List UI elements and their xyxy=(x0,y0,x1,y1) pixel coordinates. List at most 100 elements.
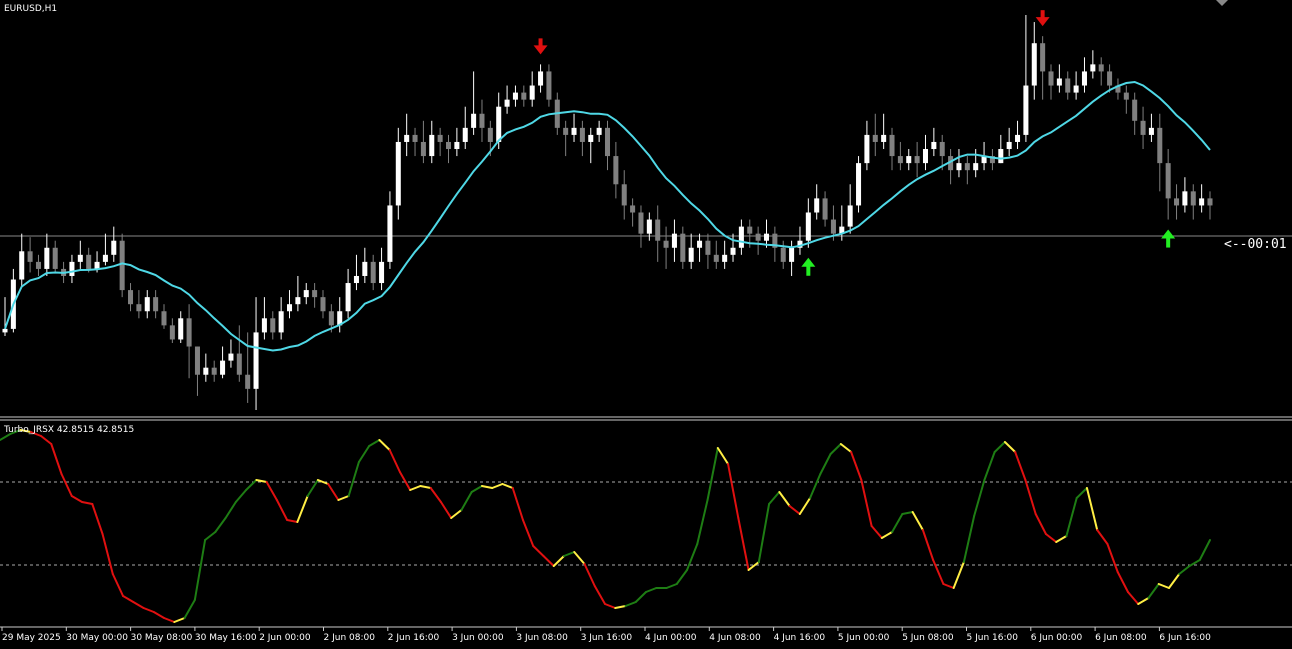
candle-body xyxy=(220,360,226,375)
candle xyxy=(705,233,711,269)
candle xyxy=(186,304,192,379)
oscillator-segment xyxy=(388,449,401,473)
oscillator-segment xyxy=(357,445,371,463)
oscillator-segment xyxy=(122,595,135,603)
candle-body xyxy=(1199,198,1205,206)
candle xyxy=(245,332,251,403)
oscillator-segment xyxy=(1085,487,1099,531)
oscillator-segment xyxy=(347,461,360,497)
time-label: 2 Jun 00:00 xyxy=(259,633,311,643)
candle xyxy=(663,226,669,269)
candle xyxy=(353,254,359,291)
candle xyxy=(1182,177,1188,213)
candle xyxy=(822,191,828,227)
oscillator-segment xyxy=(562,551,576,557)
candle-body xyxy=(722,254,728,262)
candle-body xyxy=(102,254,108,262)
symbol-title: EURUSD,H1 xyxy=(4,4,57,14)
candle xyxy=(1148,113,1154,142)
candle xyxy=(889,127,895,171)
oscillator-segment xyxy=(583,563,596,587)
candle xyxy=(1123,85,1129,114)
candle-body xyxy=(345,283,351,312)
candle xyxy=(948,149,954,185)
oscillator-segment xyxy=(1167,573,1181,589)
candle xyxy=(638,205,644,248)
candle xyxy=(278,297,284,340)
oscillator-segment xyxy=(193,539,207,601)
time-label: 5 Jun 08:00 xyxy=(902,633,954,643)
oscillator-segment xyxy=(275,499,289,521)
candle-body xyxy=(579,127,585,142)
oscillator-segment xyxy=(521,519,535,547)
candle-body xyxy=(705,240,711,255)
candle-body xyxy=(186,318,192,347)
oscillator-segment xyxy=(870,525,883,539)
time-label: 3 Jun 00:00 xyxy=(452,633,504,643)
candle-body xyxy=(738,226,744,248)
candle xyxy=(1190,184,1196,220)
candle xyxy=(588,127,594,164)
oscillator-segment xyxy=(614,605,627,609)
candle-body xyxy=(228,353,234,361)
candle-body xyxy=(680,233,686,262)
candle-body xyxy=(546,71,552,100)
oscillator-segment xyxy=(737,517,750,571)
oscillator-segment xyxy=(398,471,412,491)
candle xyxy=(571,113,577,142)
candle-body xyxy=(630,205,636,213)
candle-body xyxy=(86,254,92,269)
candle xyxy=(906,149,912,171)
candle xyxy=(621,170,627,220)
candle-body xyxy=(747,226,753,234)
candle xyxy=(119,233,125,298)
oscillator-segment xyxy=(1014,451,1027,481)
oscillator-segment xyxy=(327,483,340,501)
oscillator-segment xyxy=(1157,583,1170,589)
candle-body xyxy=(1165,163,1171,199)
candle xyxy=(27,237,33,273)
candle xyxy=(856,156,862,213)
candle-body xyxy=(362,261,368,276)
candle-body xyxy=(671,233,677,248)
candle xyxy=(1048,64,1054,100)
oscillator-segment xyxy=(1126,591,1140,605)
oscillator-segment xyxy=(132,601,145,609)
oscillator-segment xyxy=(973,479,986,517)
candle-body xyxy=(914,156,920,164)
oscillator-segment xyxy=(296,495,309,523)
candle-body xyxy=(956,163,962,171)
oscillator-segment xyxy=(911,511,924,531)
candle xyxy=(680,226,686,269)
oscillator-segment xyxy=(183,599,196,619)
candle xyxy=(931,127,937,157)
candle-body xyxy=(420,141,426,157)
oscillator-segment xyxy=(829,443,842,455)
oscillator-segment xyxy=(993,441,1006,453)
candle-body xyxy=(303,290,309,298)
oscillator-segment xyxy=(880,531,894,539)
oscillator-segment xyxy=(1096,529,1109,545)
candle-body xyxy=(763,233,770,241)
oscillator-segment xyxy=(460,491,473,511)
candle xyxy=(337,297,343,333)
oscillator-segment xyxy=(1055,535,1068,543)
candle xyxy=(69,254,75,284)
candle xyxy=(881,113,887,150)
candle xyxy=(1157,113,1163,192)
oscillator-segment xyxy=(1003,441,1017,453)
candle xyxy=(1090,50,1096,79)
candle-body xyxy=(1065,78,1071,93)
oscillator-segment xyxy=(532,545,545,557)
candle-body xyxy=(445,141,452,150)
chart-shift-marker-icon[interactable] xyxy=(1216,0,1228,6)
candle-body xyxy=(613,156,619,185)
candle xyxy=(2,297,8,336)
candle-body xyxy=(1148,127,1154,135)
candle xyxy=(730,233,736,262)
candle-body xyxy=(646,219,652,234)
candles-group xyxy=(2,15,1213,410)
candle-body xyxy=(856,163,862,206)
candle-body xyxy=(512,92,518,100)
candle-body xyxy=(1182,191,1188,206)
